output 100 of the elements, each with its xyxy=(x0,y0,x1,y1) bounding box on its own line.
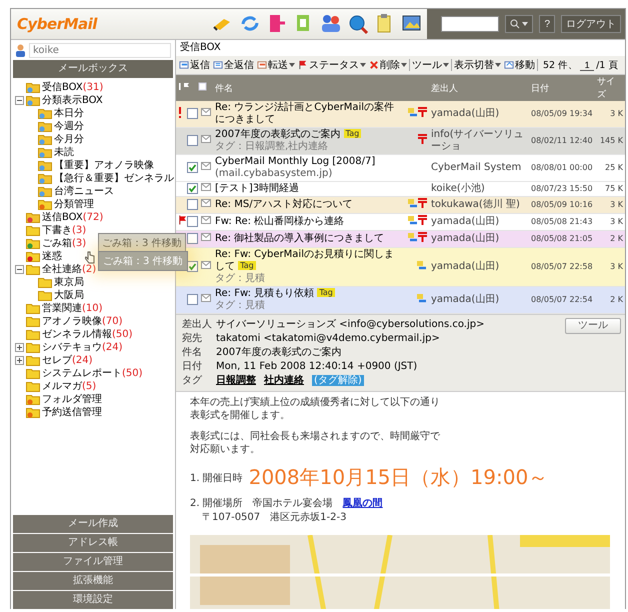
toolbar-button[interactable]: 削除 xyxy=(368,58,408,72)
checkbox[interactable] xyxy=(187,199,198,210)
message-subject[interactable]: Re: MS/アハスト対応について xyxy=(215,199,402,212)
search-button[interactable] xyxy=(505,15,534,33)
message-row[interactable]: Re: ウランジ法計画とCyberMailの案件につきまして yamada(山田) 08/05/09 19:34 3 K xyxy=(176,101,625,128)
column-header[interactable]: 件名 xyxy=(213,75,404,101)
expand-icon[interactable] xyxy=(15,356,24,365)
folder-item[interactable]: 今月分 xyxy=(54,133,84,146)
folder-icon xyxy=(26,238,40,249)
checkbox[interactable] xyxy=(187,183,198,194)
message-subject[interactable]: Re: Fw: 見積もり依頼 Tag xyxy=(215,288,402,300)
logout-button[interactable]: ログアウト xyxy=(561,15,621,33)
mailbox-header: メールボックス xyxy=(13,60,173,78)
checkbox[interactable] xyxy=(187,261,198,272)
message-subject[interactable]: Re: Fw: CyberMailのお見積りに関しまして Tag xyxy=(215,249,402,274)
folder-item[interactable]: セレブ(24) xyxy=(42,354,93,367)
message-row[interactable]: Re: Fw: 見積もり依頼 Tag タグ：見積 yamada(山田) 08/05/07 22:54 2 K xyxy=(176,286,625,314)
toolbar-button[interactable]: ツール xyxy=(411,58,450,72)
envelope-icon xyxy=(201,108,211,116)
folder-item[interactable]: ゼンネラル情報(50) xyxy=(42,328,133,341)
toolbar-button[interactable]: 移動 xyxy=(503,58,536,72)
checkbox[interactable] xyxy=(187,233,198,244)
nav-button[interactable]: アドレス帳 xyxy=(13,534,173,552)
drag-tooltip: ごみ箱：3 件移動 xyxy=(98,251,188,271)
tag-link[interactable]: 日報調整 xyxy=(216,375,256,386)
folder-item[interactable]: ごみ箱(3) xyxy=(42,237,86,250)
field-value: サイバーソリューションズ <info@cybersolutions.co.jp> xyxy=(216,319,484,330)
people-icon[interactable] xyxy=(320,13,342,35)
tag-link[interactable]: 社内連絡 xyxy=(264,375,304,386)
folder-item[interactable]: 下書き(3) xyxy=(42,224,86,237)
folder-item[interactable]: 受信BOX(31) xyxy=(42,81,104,94)
column-header[interactable]: 日付 xyxy=(529,75,595,101)
nav-button[interactable]: 拡張機能 xyxy=(13,572,173,590)
folder-icon xyxy=(26,394,40,405)
reply-all-icon xyxy=(213,60,223,70)
nav-button[interactable]: メール作成 xyxy=(13,515,173,533)
checkbox[interactable] xyxy=(187,108,198,119)
move-icon xyxy=(504,60,514,70)
message-row[interactable]: CyberMail Monthly Log [2008/7] (mail.cybabasystem.jp) CyberMail System 08/08/01 00:00 25 K xyxy=(176,154,625,182)
venue-link[interactable]: 鳳凰の間 xyxy=(342,498,383,510)
folder-item[interactable]: 予約送信管理 xyxy=(42,406,102,419)
folder-item[interactable]: 【急行＆重要】ゼンネラル xyxy=(54,172,174,185)
folder-icon xyxy=(26,407,40,418)
toolbar-button[interactable]: 転送 xyxy=(256,58,296,72)
envelope-icon xyxy=(201,294,211,302)
message-subject[interactable]: Re: 御社製品の導入事例につきまして xyxy=(215,233,402,246)
message-paragraph: 本年の売上げ実績上位の成績優秀者に対して以下の通り 表彰式を開催します。 xyxy=(190,396,441,422)
folder-item[interactable]: 送信BOX(72) xyxy=(42,211,104,224)
folder-item[interactable]: アオノラ映像(70) xyxy=(42,315,123,328)
checkbox[interactable] xyxy=(187,134,198,146)
folder-item[interactable]: 分類表示BOX xyxy=(42,94,103,107)
collapse-icon[interactable] xyxy=(15,265,24,274)
envelope-icon xyxy=(201,162,211,170)
nav-button[interactable]: 環境設定 xyxy=(13,591,173,609)
nav-button[interactable]: ファイル管理 xyxy=(13,553,173,571)
toolbar-button[interactable]: 表示切替 xyxy=(453,58,502,72)
page-field[interactable]: 1 xyxy=(580,60,594,70)
toolbar-button[interactable]: 返信 xyxy=(178,58,211,72)
folder-item[interactable]: メルマガ(5) xyxy=(42,380,96,393)
toolbar-button[interactable]: 全返信 xyxy=(212,58,255,72)
checkbox[interactable] xyxy=(187,294,198,306)
help-button[interactable]: ? xyxy=(539,15,555,33)
venue-line: 2. 開催場所 帝国ホテル宴会場 鳳凰の間 xyxy=(190,497,384,512)
checkbox[interactable] xyxy=(187,216,198,228)
search-field[interactable] xyxy=(441,16,500,32)
folder-item[interactable]: 全社連絡(2) xyxy=(42,263,96,276)
folder-item[interactable]: 台湾ニュース xyxy=(54,185,114,198)
folder-item[interactable]: 東京局 xyxy=(54,276,84,289)
folder-icon xyxy=(26,251,40,262)
folder-item[interactable]: 本日分 xyxy=(54,107,84,120)
message-row[interactable]: Fw: Re: 松山番岡様から連絡 yamada(山田) 08/05/08 21:43 3 K xyxy=(176,214,625,231)
folder-item[interactable]: システムレポート(50) xyxy=(42,367,143,380)
field-value: 2007年度の表彰式のご案内 xyxy=(216,347,342,358)
envelope-icon xyxy=(201,233,211,242)
tool-button[interactable]: ツール xyxy=(565,318,621,334)
message-subject[interactable]: [テスト]3時間経過 xyxy=(215,183,402,196)
folder-item[interactable]: 大阪局 xyxy=(54,289,84,302)
folder-item[interactable]: 未読 xyxy=(54,146,74,159)
folder-item[interactable]: シバテキョウ(24) xyxy=(42,341,123,354)
message-row[interactable]: [テスト]3時間経過 koike(小池) 08/07/23 15:50 75 K xyxy=(176,182,625,197)
folder-item[interactable]: 今週分 xyxy=(54,120,84,133)
toolbar-button[interactable]: ステータス xyxy=(297,58,367,72)
folder-item[interactable]: 分類管理 xyxy=(54,198,94,211)
expand-icon[interactable] xyxy=(15,343,24,352)
column-header[interactable]: サイズ xyxy=(595,75,625,101)
message-row[interactable]: Re: MS/アハスト対応について tokukawa(徳川 聖) 08/05/09 10:16 3 K xyxy=(176,196,625,214)
column-header[interactable]: 差出人 xyxy=(429,75,529,101)
collapse-icon[interactable] xyxy=(15,96,24,105)
message-subject[interactable]: 2007年度の表彰式のご案内 Tag xyxy=(215,129,402,141)
message-subject[interactable]: CyberMail Monthly Log [2008/7] xyxy=(215,156,402,168)
folder-icon xyxy=(26,303,40,314)
message-subject-detail: (mail.cybabasystem.jp) xyxy=(215,168,334,180)
message-subject[interactable]: Re: ウランジ法計画とCyberMailの案件につきまして xyxy=(215,102,402,126)
message-subject[interactable]: Fw: Re: 松山番岡様から連絡 xyxy=(215,216,402,228)
folder-item[interactable]: フォルダ管理 xyxy=(42,393,102,406)
folder-item[interactable]: 迷惑 xyxy=(42,250,62,263)
folder-item[interactable]: 【重要】アオノラ映像 xyxy=(54,159,154,172)
checkbox[interactable] xyxy=(187,162,198,173)
folder-item[interactable]: 営業関連(10) xyxy=(42,302,103,315)
envelope-icon xyxy=(201,216,211,224)
